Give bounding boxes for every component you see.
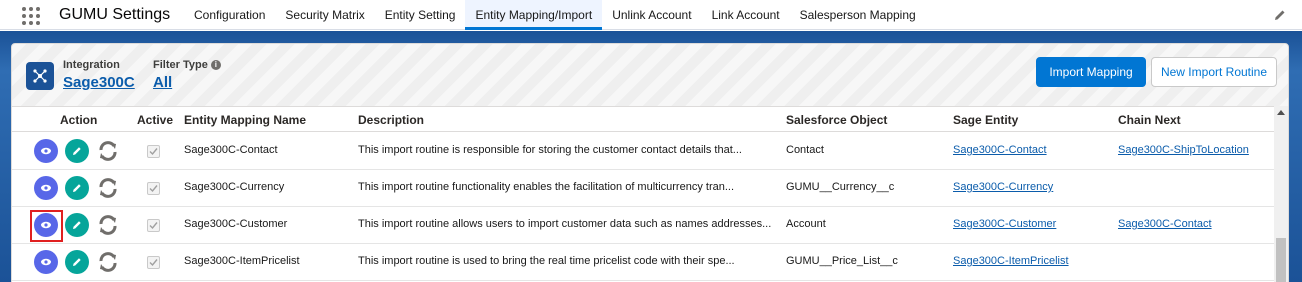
salesforce-object: GUMU__Currency__c	[786, 181, 895, 193]
description: This import routine allows users to impo…	[358, 218, 772, 230]
eye-icon	[41, 221, 51, 229]
app-header: GUMU Settings Configuration Security Mat…	[0, 0, 1302, 30]
app-launcher-icon[interactable]	[22, 7, 40, 25]
edit-button[interactable]	[65, 139, 89, 163]
column-header-description[interactable]: Description	[358, 113, 424, 127]
column-header-sage-entity[interactable]: Sage Entity	[953, 113, 1018, 127]
eye-icon	[41, 147, 51, 155]
integration-link[interactable]: Sage300C	[63, 74, 135, 91]
run-import-button[interactable]	[96, 176, 120, 200]
refresh-icon	[99, 141, 117, 161]
active-checkbox	[147, 256, 160, 269]
app-name: GUMU Settings	[59, 6, 171, 23]
salesforce-object: Contact	[786, 144, 824, 156]
chain-next-link[interactable]: Sage300C-Contact	[1118, 218, 1212, 230]
salesforce-object: Account	[786, 218, 826, 230]
entity-mapping-name: Sage300C-Customer	[184, 218, 288, 230]
edit-button[interactable]	[65, 250, 89, 274]
table-row: Sage300C-Customer This import routine al…	[12, 207, 1274, 244]
view-button[interactable]	[34, 250, 58, 274]
tab-salesperson-mapping[interactable]: Salesperson Mapping	[790, 0, 926, 30]
tab-configuration[interactable]: Configuration	[184, 0, 275, 30]
run-import-button[interactable]	[96, 213, 120, 237]
sage-entity-link[interactable]: Sage300C-Currency	[953, 181, 1053, 193]
pencil-icon	[73, 221, 81, 229]
view-button[interactable]	[34, 213, 58, 237]
table-row: Sage300C-ItemPricelist This import routi…	[12, 244, 1274, 281]
nav-bar: Configuration Security Matrix Entity Set…	[184, 0, 926, 30]
filter-type-label: Filter Type i	[153, 59, 221, 71]
pencil-icon	[73, 147, 81, 155]
table-row: Sage300C-Currency This import routine fu…	[12, 170, 1274, 207]
pencil-icon	[73, 184, 81, 192]
column-header-active: Active	[137, 113, 174, 127]
table-header: Action Active Entity Mapping Name Descri…	[12, 106, 1274, 132]
entity-mapping-name: Sage300C-ItemPricelist	[184, 255, 300, 267]
scrollbar-thumb[interactable]	[1276, 238, 1286, 282]
tab-entity-setting[interactable]: Entity Setting	[375, 0, 466, 30]
column-header-action: Action	[60, 113, 98, 127]
sage-entity-link[interactable]: Sage300C-Customer	[953, 218, 1056, 230]
mapping-card: Integration Sage300C Filter Type i All Im…	[11, 43, 1289, 282]
chain-next-link[interactable]: Sage300C-ShipToLocation	[1118, 144, 1249, 156]
filter-type-link[interactable]: All	[153, 74, 172, 91]
table-row: Sage300C-Contact This import routine is …	[12, 133, 1274, 170]
edit-button[interactable]	[65, 176, 89, 200]
scroll-up-arrow-icon[interactable]	[1277, 110, 1285, 115]
description: This import routine is responsible for s…	[358, 144, 742, 156]
eye-icon	[41, 258, 51, 266]
run-import-button[interactable]	[96, 250, 120, 274]
edit-button[interactable]	[65, 213, 89, 237]
new-import-routine-button[interactable]: New Import Routine	[1151, 57, 1277, 87]
refresh-icon	[99, 252, 117, 272]
active-checkbox	[147, 182, 160, 195]
integration-icon	[26, 62, 54, 90]
description: This import routine is used to bring the…	[358, 255, 735, 267]
entity-mapping-name: Sage300C-Contact	[184, 144, 278, 156]
eye-icon	[41, 184, 51, 192]
entity-mapping-table: Action Active Entity Mapping Name Descri…	[12, 106, 1288, 282]
info-icon[interactable]: i	[210, 60, 221, 70]
import-mapping-button[interactable]: Import Mapping	[1036, 57, 1146, 87]
integration-label: Integration	[63, 59, 120, 71]
pencil-icon	[73, 258, 81, 266]
column-header-chain-next[interactable]: Chain Next	[1118, 113, 1181, 127]
vertical-scrollbar[interactable]	[1274, 106, 1288, 282]
tab-entity-mapping-import[interactable]: Entity Mapping/Import	[465, 0, 603, 30]
description: This import routine functionality enable…	[358, 181, 735, 193]
refresh-icon	[99, 178, 117, 198]
view-button[interactable]	[34, 176, 58, 200]
column-header-name[interactable]: Entity Mapping Name	[184, 113, 306, 127]
column-header-salesforce-object[interactable]: Salesforce Object	[786, 113, 887, 127]
entity-mapping-name: Sage300C-Currency	[184, 181, 285, 193]
tab-link-account[interactable]: Link Account	[702, 0, 790, 30]
tab-security-matrix[interactable]: Security Matrix	[275, 0, 374, 30]
salesforce-object: GUMU__Price_List__c	[786, 255, 898, 267]
sage-entity-link[interactable]: Sage300C-Contact	[953, 144, 1047, 156]
tab-unlink-account[interactable]: Unlink Account	[602, 0, 701, 30]
edit-nav-pencil-icon[interactable]	[1274, 9, 1286, 21]
view-button[interactable]	[34, 139, 58, 163]
active-checkbox	[147, 145, 160, 158]
refresh-icon	[99, 215, 117, 235]
active-checkbox	[147, 219, 160, 232]
run-import-button[interactable]	[96, 139, 120, 163]
sage-entity-link[interactable]: Sage300C-ItemPricelist	[953, 255, 1069, 267]
